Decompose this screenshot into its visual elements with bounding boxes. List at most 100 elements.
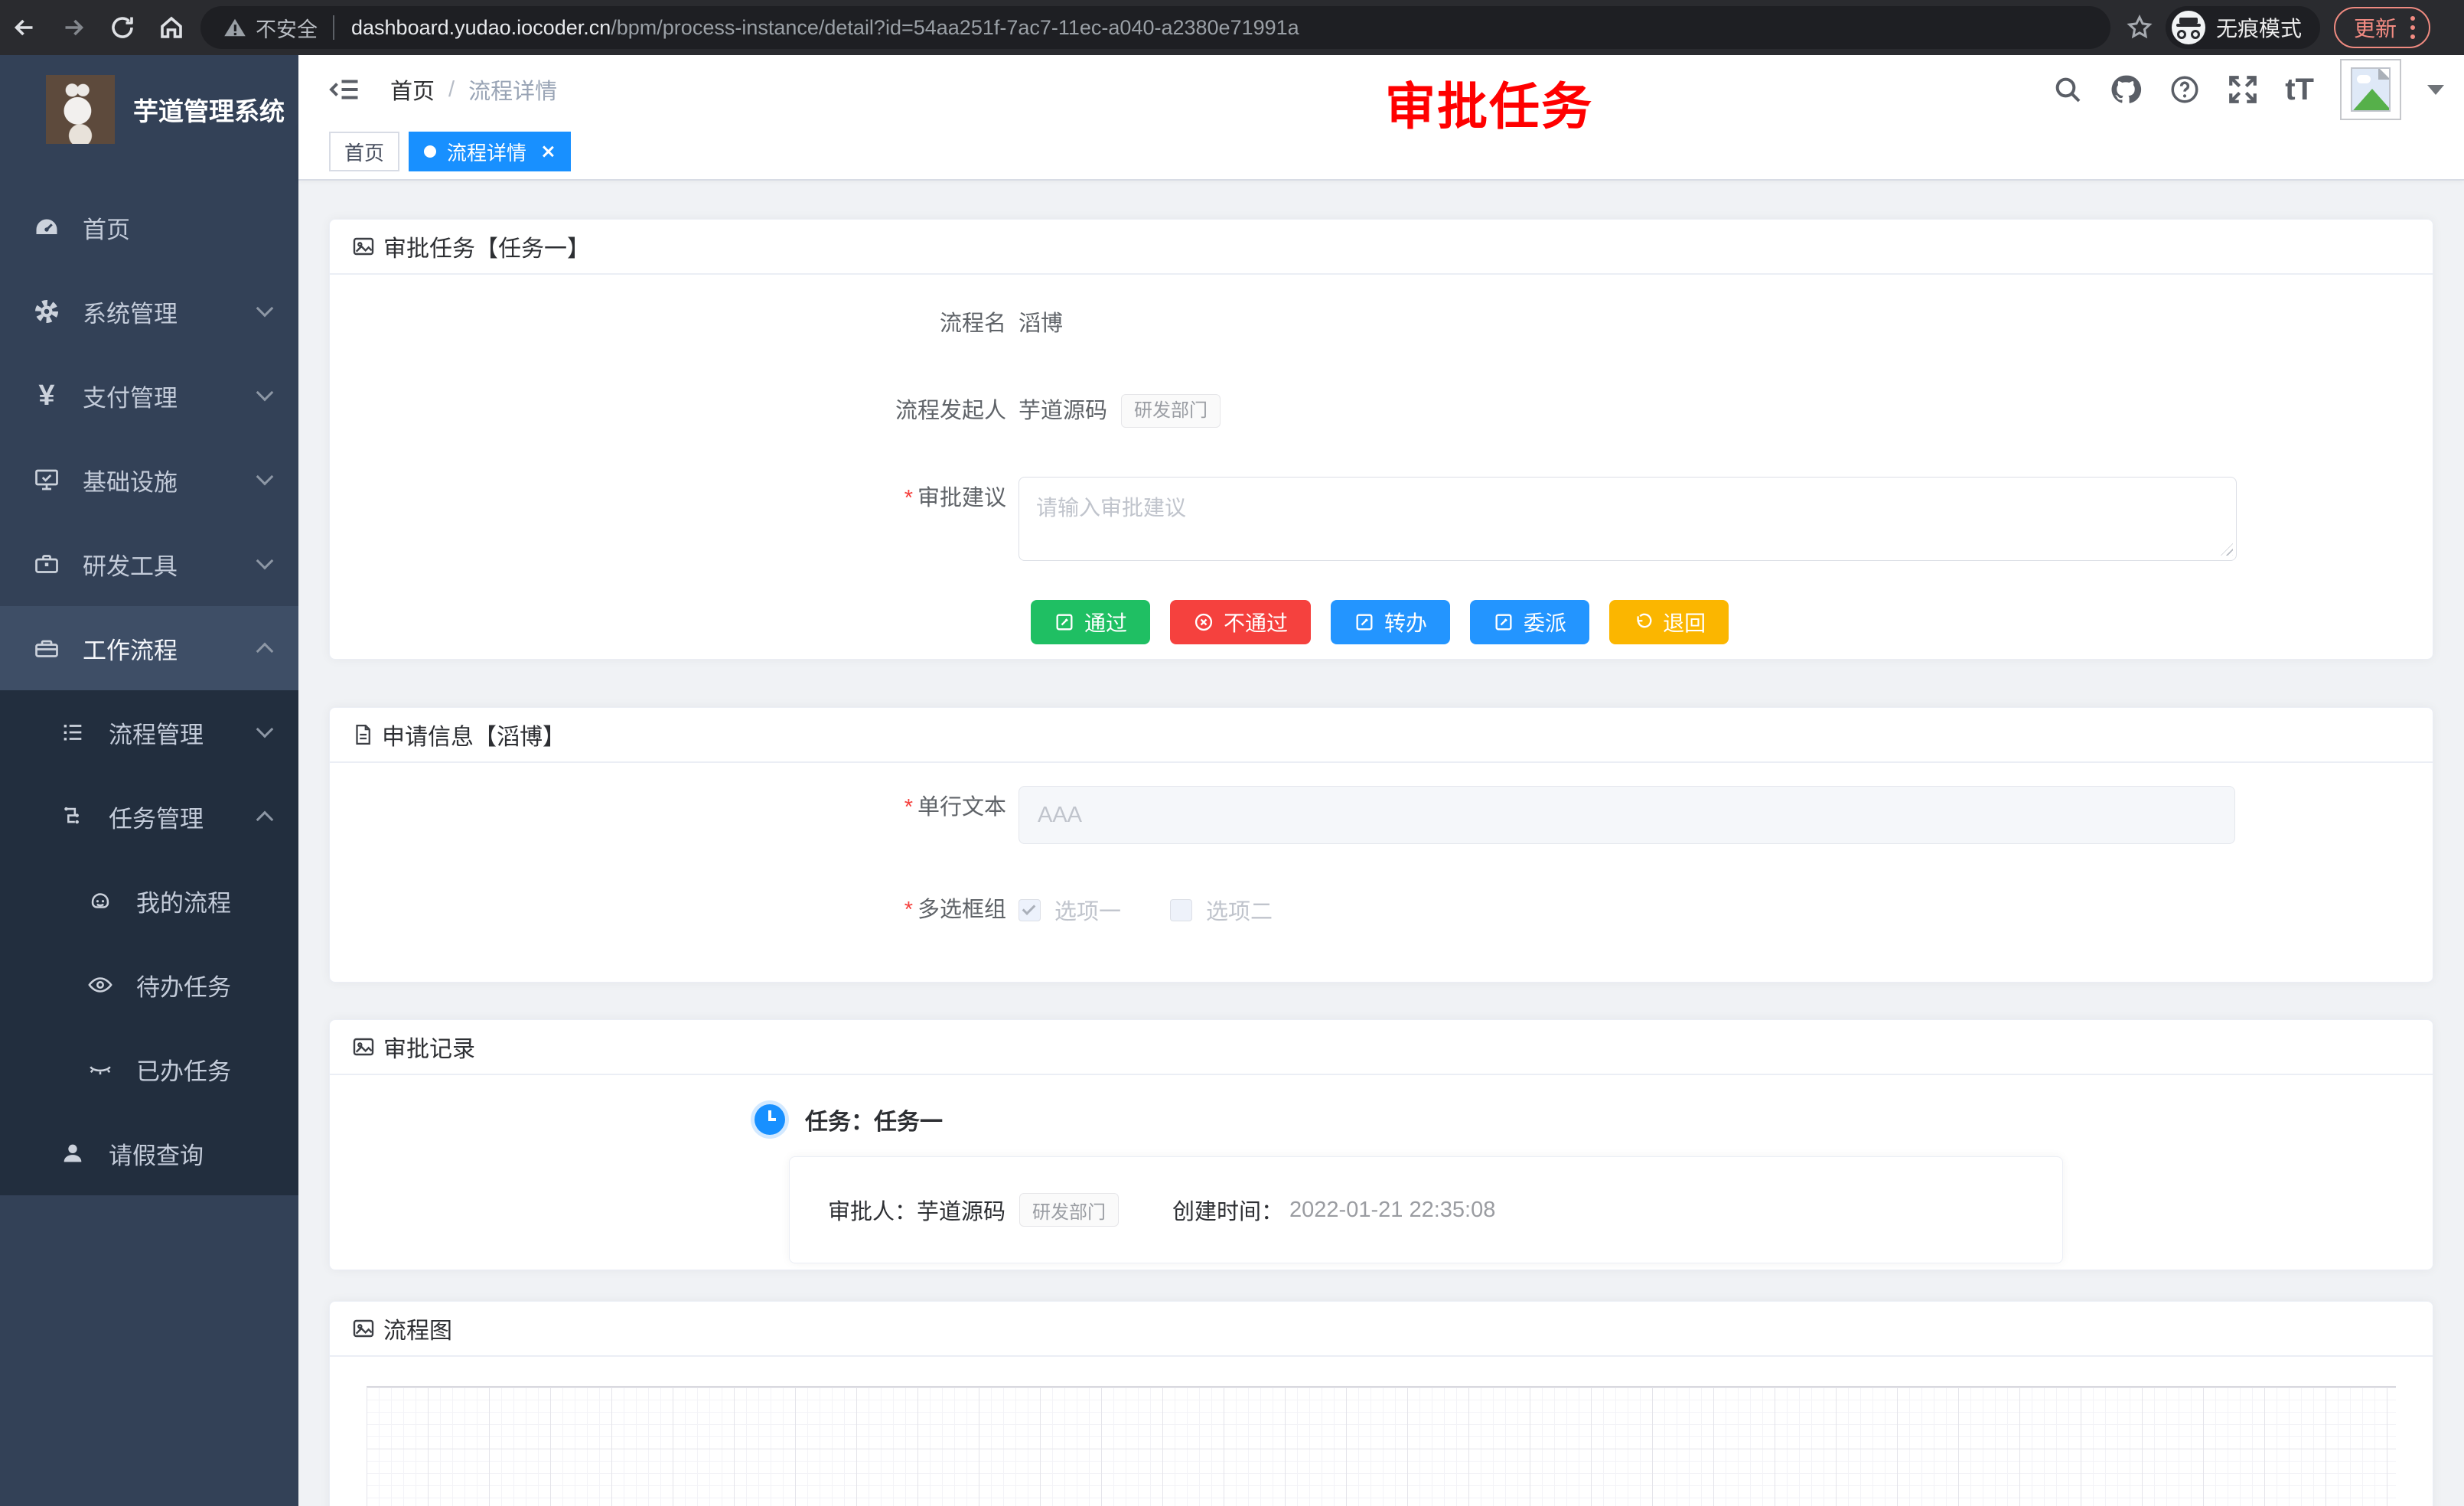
approval-task-card: 审批任务【任务一】 流程名 滔博 流程发起人 芋道源码 研发部门 *审批建议 bbox=[329, 219, 2433, 660]
sidebar-item-label: 首页 bbox=[83, 210, 130, 245]
github-icon[interactable] bbox=[2109, 73, 2143, 106]
font-size-icon[interactable] bbox=[2285, 74, 2314, 105]
tab-label: 首页 bbox=[344, 138, 384, 166]
form-row-initiator: 流程发起人 芋道源码 研发部门 bbox=[330, 390, 2433, 432]
app-logo[interactable]: 芋道管理系统 bbox=[0, 55, 298, 164]
avatar[interactable] bbox=[2340, 59, 2401, 120]
sidebar-item-process-mgmt[interactable]: 流程管理 bbox=[0, 690, 298, 774]
app-title: 芋道管理系统 bbox=[133, 91, 285, 128]
transfer-button[interactable]: 转办 bbox=[1331, 600, 1450, 644]
browser-actions: 无痕模式 更新 bbox=[2121, 6, 2441, 49]
sidebar-item-devtools[interactable]: 研发工具 bbox=[0, 522, 298, 606]
browser-update-button[interactable]: 更新 bbox=[2334, 7, 2430, 48]
tab-label: 流程详情 bbox=[447, 138, 526, 166]
task-branch-icon bbox=[58, 804, 87, 830]
browser-menu-icon[interactable] bbox=[2410, 16, 2415, 39]
card-title: 审批记录 bbox=[383, 1030, 475, 1064]
form-row-single-line: *单行文本 bbox=[330, 786, 2433, 844]
chevron-down-icon bbox=[259, 729, 271, 735]
incognito-icon bbox=[2172, 11, 2205, 44]
picture-icon bbox=[351, 1035, 376, 1059]
sidebar-item-todo-tasks[interactable]: 待办任务 bbox=[0, 943, 298, 1027]
tag-view-bar: 首页 流程详情 bbox=[298, 124, 2464, 181]
bookmark-star-icon[interactable] bbox=[2126, 14, 2153, 41]
security-label: 不安全 bbox=[256, 13, 318, 43]
chevron-down-icon bbox=[259, 393, 271, 399]
fullscreen-icon[interactable] bbox=[2227, 73, 2259, 106]
sidebar-item-workflow[interactable]: 工作流程 bbox=[0, 606, 298, 690]
checkbox-group: 选项一 选项二 bbox=[1019, 888, 1273, 931]
initiator-value: 芋道源码 研发部门 bbox=[1019, 390, 1221, 432]
eye-open-icon bbox=[86, 972, 115, 998]
tab-home[interactable]: 首页 bbox=[329, 132, 399, 171]
sidebar-item-my-process[interactable]: 我的流程 bbox=[0, 859, 298, 943]
application-info-card: 申请信息【滔博】 *单行文本 *多选框组 选项一 bbox=[329, 707, 2433, 983]
checkbox-checked-icon bbox=[1019, 899, 1041, 921]
sidebar-item-label: 研发工具 bbox=[83, 547, 178, 582]
sidebar-item-infra[interactable]: 基础设施 bbox=[0, 438, 298, 522]
process-name-value: 滔博 bbox=[1019, 302, 1063, 345]
bpmn-canvas[interactable] bbox=[367, 1386, 2396, 1506]
suggestion-textarea[interactable] bbox=[1019, 477, 2237, 561]
sidebar-item-task-mgmt[interactable]: 任务管理 bbox=[0, 774, 298, 859]
briefcase-icon bbox=[32, 550, 61, 578]
approval-record-card: 审批记录 任务：任务一 审批人： 芋道源码 研发部门 创建时间： 2022-01… bbox=[329, 1019, 2433, 1270]
header-actions bbox=[2052, 55, 2444, 124]
top-header: 首页 / 流程详情 审批任务 bbox=[298, 55, 2464, 124]
sidebar-item-home[interactable]: 首页 bbox=[0, 185, 298, 269]
chevron-down-icon bbox=[259, 477, 271, 483]
url-separator bbox=[333, 15, 334, 40]
user-icon bbox=[58, 1140, 87, 1166]
suggestion-textarea-wrap bbox=[1019, 477, 2237, 565]
main-area: 首页 / 流程详情 审批任务 首页 bbox=[298, 55, 2464, 1506]
edit-icon bbox=[1054, 611, 1075, 633]
sidebar-menu: 首页 系统管理 ¥ 支付管理 基础设施 研发工具 bbox=[0, 185, 298, 1195]
delegate-button[interactable]: 委派 bbox=[1470, 600, 1589, 644]
process-diagram-card: 流程图 bbox=[329, 1301, 2433, 1506]
document-icon bbox=[351, 723, 374, 746]
required-asterisk: * bbox=[904, 486, 913, 510]
sidebar-item-payment[interactable]: ¥ 支付管理 bbox=[0, 354, 298, 438]
sidebar-item-done-tasks[interactable]: 已办任务 bbox=[0, 1027, 298, 1111]
created-label: 创建时间： bbox=[1172, 1194, 1283, 1226]
checkbox-option-2[interactable]: 选项二 bbox=[1170, 894, 1273, 926]
help-icon[interactable] bbox=[2169, 73, 2201, 106]
sidebar-item-system[interactable]: 系统管理 bbox=[0, 269, 298, 354]
picture-icon bbox=[351, 234, 376, 259]
sidebar-fold-icon[interactable] bbox=[329, 76, 361, 103]
approve-button[interactable]: 通过 bbox=[1031, 600, 1150, 644]
dept-tag: 研发部门 bbox=[1121, 394, 1221, 428]
sidebar-item-label: 支付管理 bbox=[83, 379, 178, 413]
card-header: 审批任务【任务一】 bbox=[330, 220, 2433, 275]
incognito-label: 无痕模式 bbox=[2216, 12, 2302, 43]
picture-icon bbox=[351, 1316, 376, 1341]
single-line-input[interactable] bbox=[1019, 786, 2235, 844]
search-icon[interactable] bbox=[2052, 74, 2083, 105]
card-header: 流程图 bbox=[330, 1302, 2433, 1357]
broken-image-icon bbox=[2351, 67, 2391, 112]
annotation-text: 审批任务 bbox=[1385, 66, 1593, 139]
browser-toolbar: 不安全 dashboard.yudao.iocoder.cn/bpm/proce… bbox=[0, 0, 2464, 55]
return-button[interactable]: 退回 bbox=[1609, 600, 1729, 644]
address-bar[interactable]: 不安全 dashboard.yudao.iocoder.cn/bpm/proce… bbox=[200, 6, 2110, 49]
reload-icon[interactable] bbox=[98, 3, 147, 52]
checkbox-option-1[interactable]: 选项一 bbox=[1019, 894, 1121, 926]
back-icon[interactable] bbox=[0, 3, 49, 52]
breadcrumb-home[interactable]: 首页 bbox=[390, 73, 435, 106]
card-header: 审批记录 bbox=[330, 1020, 2433, 1075]
sidebar-item-label: 我的流程 bbox=[136, 884, 231, 918]
forward-icon[interactable] bbox=[49, 3, 98, 52]
caret-down-icon[interactable] bbox=[2427, 85, 2444, 95]
reject-button[interactable]: 不通过 bbox=[1170, 600, 1311, 644]
sidebar-item-label: 已办任务 bbox=[136, 1052, 231, 1087]
yuan-icon: ¥ bbox=[32, 381, 61, 410]
home-icon[interactable] bbox=[147, 3, 196, 52]
tab-process-detail[interactable]: 流程详情 bbox=[409, 132, 571, 171]
form-row-checkbox-group: *多选框组 选项一 选项二 bbox=[330, 888, 2433, 931]
workflow-submenu: 流程管理 任务管理 我的流程 待办任务 bbox=[0, 690, 298, 1195]
chevron-down-icon bbox=[259, 561, 271, 567]
sidebar-item-leave-query[interactable]: 请假查询 bbox=[0, 1111, 298, 1195]
close-icon[interactable] bbox=[540, 144, 556, 159]
edit-icon bbox=[1354, 611, 1375, 633]
checkbox-label: 选项二 bbox=[1206, 894, 1273, 926]
